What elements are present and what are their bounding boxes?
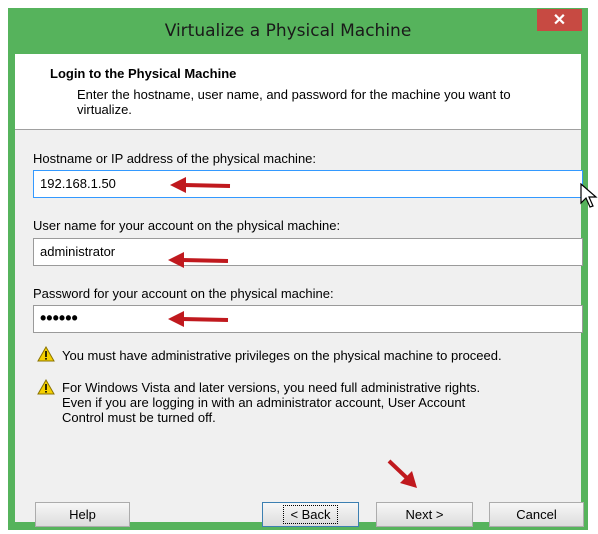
next-button-label: Next > xyxy=(405,507,444,522)
cancel-button-label: Cancel xyxy=(516,507,557,522)
hostname-input[interactable]: 192.168.1.50 xyxy=(33,170,583,198)
warning-icon xyxy=(37,379,55,395)
username-label: User name for your account on the physic… xyxy=(33,218,341,233)
close-button[interactable]: ✕ xyxy=(537,9,582,31)
back-button[interactable]: < Back xyxy=(262,502,359,527)
dialog-window: Virtualize a Physical Machine ✕ Login to… xyxy=(8,8,588,530)
dialog-body: Login to the Physical Machine Enter the … xyxy=(15,54,584,527)
hostname-value: 192.168.1.50 xyxy=(40,176,116,191)
annotation-arrow-icon xyxy=(168,311,229,327)
page-title: Login to the Physical Machine xyxy=(50,66,237,81)
warning-text-privileges: You must have administrative privileges … xyxy=(62,348,502,363)
back-button-label: < Back xyxy=(283,505,338,524)
username-input[interactable]: administrator xyxy=(33,238,583,266)
title-bar[interactable]: Virtualize a Physical Machine ✕ xyxy=(8,8,588,54)
password-label: Password for your account on the physica… xyxy=(33,286,334,301)
username-value: administrator xyxy=(40,244,116,259)
hostname-label: Hostname or IP address of the physical m… xyxy=(33,151,317,166)
mouse-cursor-icon xyxy=(580,183,598,208)
help-button-label: Help xyxy=(69,507,96,522)
cancel-button[interactable]: Cancel xyxy=(489,502,584,527)
annotation-arrow-icon xyxy=(170,177,231,193)
password-value: •••••• xyxy=(40,308,78,328)
window-title: Virtualize a Physical Machine xyxy=(164,21,412,41)
warning-icon xyxy=(37,346,55,362)
page-header: Login to the Physical Machine Enter the … xyxy=(15,54,581,130)
warning-text-uac: For Windows Vista and later versions, yo… xyxy=(62,380,481,425)
annotation-arrow-icon xyxy=(387,459,417,488)
annotation-arrow-icon xyxy=(168,252,229,268)
page-description: Enter the hostname, user name, and passw… xyxy=(77,87,511,117)
next-button[interactable]: Next > xyxy=(376,502,473,527)
help-button[interactable]: Help xyxy=(35,502,130,527)
password-input[interactable]: •••••• xyxy=(33,305,583,333)
